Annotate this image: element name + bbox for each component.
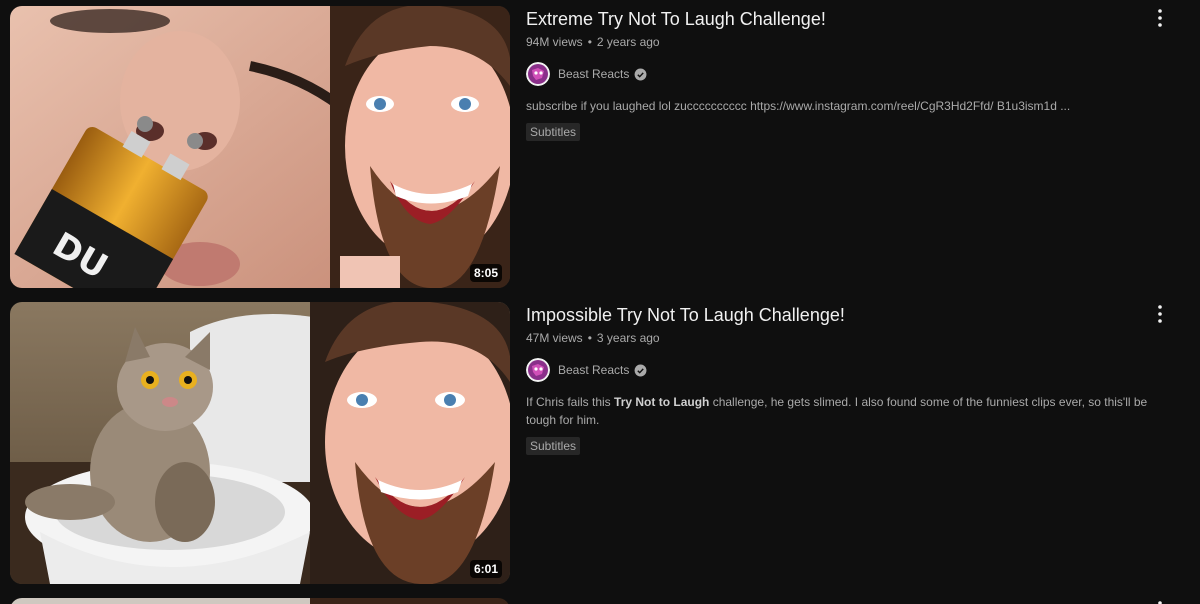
thumbnail-image: DU [10,6,510,288]
description-text: If Chris fails this [526,395,615,409]
video-info: Impossible Try Not To Laugh Challenge! 4… [526,302,1190,584]
video-duration: 8:05 [469,264,502,282]
thumbnail-image [10,598,510,604]
upload-age: 3 years ago [596,331,660,345]
video-duration: 6:01 [469,560,502,578]
description-highlight: Try Not to Laugh [614,395,710,409]
channel-name[interactable]: Beast Reacts [558,67,629,81]
channel-avatar[interactable] [526,62,550,86]
meta-separator: • [587,331,592,345]
video-info: Extreme Try Not To Laugh Challenge! 94M … [526,6,1190,288]
subtitles-badge: Subtitles [526,437,581,455]
view-count: 47M views [526,331,583,345]
video-result-row: 6:01 Impossible Try Not To Laugh Challen… [10,302,1190,584]
video-title[interactable]: Extreme Try Not To Laugh Challenge! [526,6,1190,32]
view-count: 94M views [526,35,583,49]
channel-avatar[interactable] [526,358,550,382]
verified-check-icon [634,68,647,80]
channel-info: Beast Reacts [526,62,1190,86]
video-result-row: DU 8:05 Extreme Try Not To Laugh Challen… [10,6,1190,288]
upload-age: 2 years ago [596,35,660,49]
video-metadata: 94M views • 2 years ago [526,33,1190,51]
channel-name[interactable]: Beast Reacts [558,363,629,377]
video-description: subscribe if you laughed lol zuccccccccc… [526,99,1071,113]
video-result-row [10,598,1190,604]
more-vert-icon[interactable] [1148,302,1172,326]
channel-info: Beast Reacts [526,358,1190,382]
video-description: If Chris fails this Try Not to Laugh cha… [526,393,1190,429]
video-metadata: 47M views • 3 years ago [526,329,1190,347]
video-info [526,598,1190,604]
video-thumbnail[interactable]: 6:01 [10,302,510,584]
subtitles-badge: Subtitles [526,123,581,141]
verified-check-icon [634,364,647,376]
meta-separator: • [587,35,592,49]
video-thumbnail[interactable]: DU 8:05 [10,6,510,288]
more-vert-icon[interactable] [1148,598,1172,604]
video-thumbnail[interactable] [10,598,510,604]
search-results-list: DU 8:05 Extreme Try Not To Laugh Challen… [0,0,1200,604]
thumbnail-image [10,302,510,584]
more-vert-icon[interactable] [1148,6,1172,30]
video-title[interactable]: Impossible Try Not To Laugh Challenge! [526,302,1190,328]
